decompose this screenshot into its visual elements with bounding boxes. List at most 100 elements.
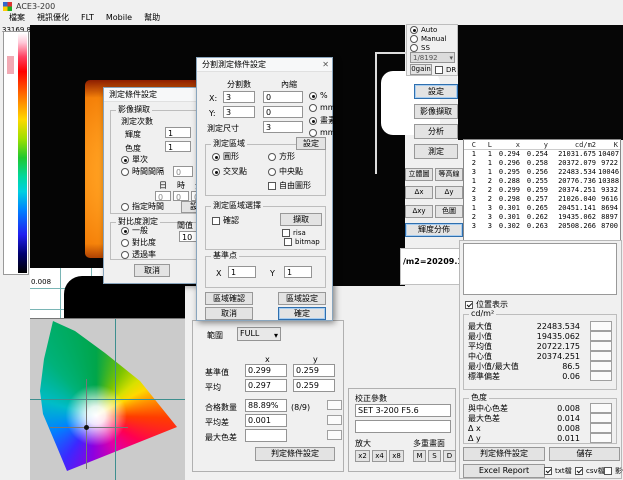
cross-point-radio[interactable]: 交叉點 xyxy=(212,168,247,176)
excel-report-button[interactable]: Excel Report xyxy=(463,464,545,478)
table-row[interactable]: 210.2960.25820372.0799722 xyxy=(464,159,620,168)
ss-radio[interactable]: SS xyxy=(410,44,430,52)
analyze-button[interactable]: 分析 xyxy=(414,124,458,139)
size-mm-radio[interactable]: mm xyxy=(309,129,336,137)
transmittance-radio[interactable]: 透過率 xyxy=(121,251,156,259)
free-shape-checkbox[interactable]: 自由圖形 xyxy=(268,182,311,190)
position-display-checkbox[interactable]: 位置表示 xyxy=(465,301,508,309)
settings-button[interactable]: 設定 xyxy=(414,84,458,99)
contour-button[interactable]: 等高線 xyxy=(435,168,463,181)
table-row[interactable]: 330.3020.26320508.2668700 xyxy=(464,222,620,231)
range-select[interactable]: FULL▾ xyxy=(237,327,281,341)
menu-item[interactable]: Mobile xyxy=(101,12,137,24)
y-inset-field[interactable]: 0 xyxy=(263,106,303,118)
cancel-button[interactable]: 取消 xyxy=(134,264,170,277)
multi-d-button[interactable]: D xyxy=(443,450,456,462)
dialog-title-bar[interactable]: 分割測定條件設定 xyxy=(197,58,332,72)
judge-condition-button[interactable]: 判定條件設定 xyxy=(463,447,545,461)
zoom-x8-button[interactable]: x8 xyxy=(389,450,404,462)
delta-x-button[interactable]: Δx xyxy=(405,186,433,199)
single-radio[interactable]: 單次 xyxy=(121,156,148,164)
circle-radio[interactable]: 圓形 xyxy=(212,153,239,161)
normal-radio[interactable]: 一般 xyxy=(121,227,148,235)
luminance-distribution-button[interactable]: 輝度分佈 xyxy=(405,223,463,237)
square-radio[interactable]: 方形 xyxy=(268,153,295,161)
manual-label: Manual xyxy=(421,36,446,43)
save-button[interactable]: 儲存 xyxy=(549,447,620,461)
inset-mm-radio[interactable]: mm xyxy=(309,104,336,112)
dr-checkbox[interactable]: DR xyxy=(435,66,456,74)
area-set-button[interactable]: 區域設定 xyxy=(278,292,326,305)
day-field[interactable]: 0 xyxy=(155,191,171,201)
table-row[interactable]: 120.2880.25520776.73610388 xyxy=(464,177,620,186)
inset-percent-radio[interactable]: % xyxy=(309,92,328,100)
table-row[interactable]: 110.2940.25421031.67510407 xyxy=(464,150,620,159)
cancel-button[interactable]: 取消 xyxy=(205,307,253,320)
y-split-field[interactable]: 3 xyxy=(223,106,255,118)
risa-checkbox[interactable]: risa xyxy=(282,229,306,237)
close-icon[interactable]: ✕ xyxy=(322,60,329,69)
ok-button[interactable]: 確定 xyxy=(278,307,326,320)
zoom-x2-button[interactable]: x2 xyxy=(355,450,370,462)
measure-button[interactable]: 測定 xyxy=(414,144,458,159)
table-row[interactable]: 320.2980.25721026.0409616 xyxy=(464,195,620,204)
pass-count-field[interactable]: 88.89% xyxy=(245,399,287,412)
x-split-field[interactable]: 3 xyxy=(223,91,255,103)
color-map-button[interactable]: 色圖 xyxy=(435,205,463,218)
measure-size-field[interactable]: 3 xyxy=(263,121,303,133)
auto-radio[interactable]: Auto xyxy=(410,26,437,34)
solid-view-button[interactable]: 立體圖 xyxy=(405,168,433,181)
csv-file-checkbox[interactable]: csv檔 xyxy=(575,467,605,475)
menu-item[interactable]: 視訊優化 xyxy=(32,12,74,24)
txt-file-checkbox[interactable]: txt檔 xyxy=(544,467,572,475)
interval-radio[interactable]: 時間間隔 xyxy=(121,168,164,176)
base-x-field[interactable]: 1 xyxy=(228,266,256,278)
image-file-checkbox[interactable]: 影像檔 xyxy=(604,467,623,475)
reference-y-field[interactable]: 0.259 xyxy=(293,364,335,377)
delta-xy-button[interactable]: Δxy xyxy=(405,205,433,218)
table-cell: 0.258 xyxy=(522,159,550,168)
table-cell: 21026.040 xyxy=(550,195,598,204)
bitmap-checkbox[interactable]: bitmap xyxy=(284,238,320,246)
luminance-count-field[interactable]: 1 xyxy=(165,127,191,138)
chroma-count-field[interactable]: 1 xyxy=(165,141,191,152)
empty-list-box[interactable] xyxy=(463,243,617,295)
hour-field[interactable]: 0 xyxy=(173,191,189,201)
cie-diagram-panel[interactable] xyxy=(30,318,185,480)
delta-y-button[interactable]: Δy xyxy=(435,186,463,199)
zoom-x4-button[interactable]: x4 xyxy=(372,450,387,462)
menu-item[interactable]: 幫助 xyxy=(139,12,165,24)
grab-button[interactable]: 擷取 xyxy=(280,213,322,226)
multi-s-button[interactable]: S xyxy=(428,450,441,462)
menu-item[interactable]: FLT xyxy=(76,12,99,24)
reference-x-field[interactable]: 0.299 xyxy=(245,364,287,377)
table-row[interactable]: 310.2950.25622483.53410046 xyxy=(464,168,620,177)
menu-item[interactable]: 檔案 xyxy=(4,12,30,24)
calibration-value-field[interactable]: SET 3-200 F5.6 xyxy=(355,404,451,417)
table-row[interactable]: 220.2990.25920374.2519332 xyxy=(464,186,620,195)
timed-radio[interactable]: 指定時間 xyxy=(121,203,164,211)
size-pixel-radio[interactable]: 畫素 xyxy=(309,117,336,125)
judge-condition-button[interactable]: 判定條件設定 xyxy=(255,447,335,461)
average-y-field[interactable]: 0.259 xyxy=(293,379,335,392)
max-chroma-diff-field[interactable] xyxy=(245,429,287,442)
interval-field[interactable]: 0 xyxy=(173,166,193,177)
table-row[interactable]: 230.3010.26219435.0628897 xyxy=(464,213,620,222)
x-inset-field[interactable]: 0 xyxy=(263,91,303,103)
area-settings-button[interactable]: 設定 xyxy=(296,137,326,150)
avg-diff-field[interactable]: 0.001 xyxy=(245,414,287,427)
calibration-extra-field[interactable] xyxy=(355,420,451,433)
average-x-field[interactable]: 0.297 xyxy=(245,379,287,392)
manual-radio[interactable]: Manual xyxy=(410,35,446,43)
preview-view[interactable] xyxy=(458,25,623,140)
gain-button[interactable]: 0gain xyxy=(410,64,432,75)
contrast-radio[interactable]: 對比度 xyxy=(121,239,156,247)
shutter-select[interactable]: 1/8192▾ xyxy=(410,52,455,63)
capture-button[interactable]: 影像擷取 xyxy=(414,104,458,119)
base-y-field[interactable]: 1 xyxy=(284,266,312,278)
area-confirm-button[interactable]: 區域確認 xyxy=(205,292,253,305)
multi-m-button[interactable]: M xyxy=(413,450,426,462)
table-row[interactable]: 130.3010.26520451.1418694 xyxy=(464,204,620,213)
center-point-radio[interactable]: 中央點 xyxy=(268,168,303,176)
confirm-checkbox[interactable]: 確認 xyxy=(212,217,239,225)
